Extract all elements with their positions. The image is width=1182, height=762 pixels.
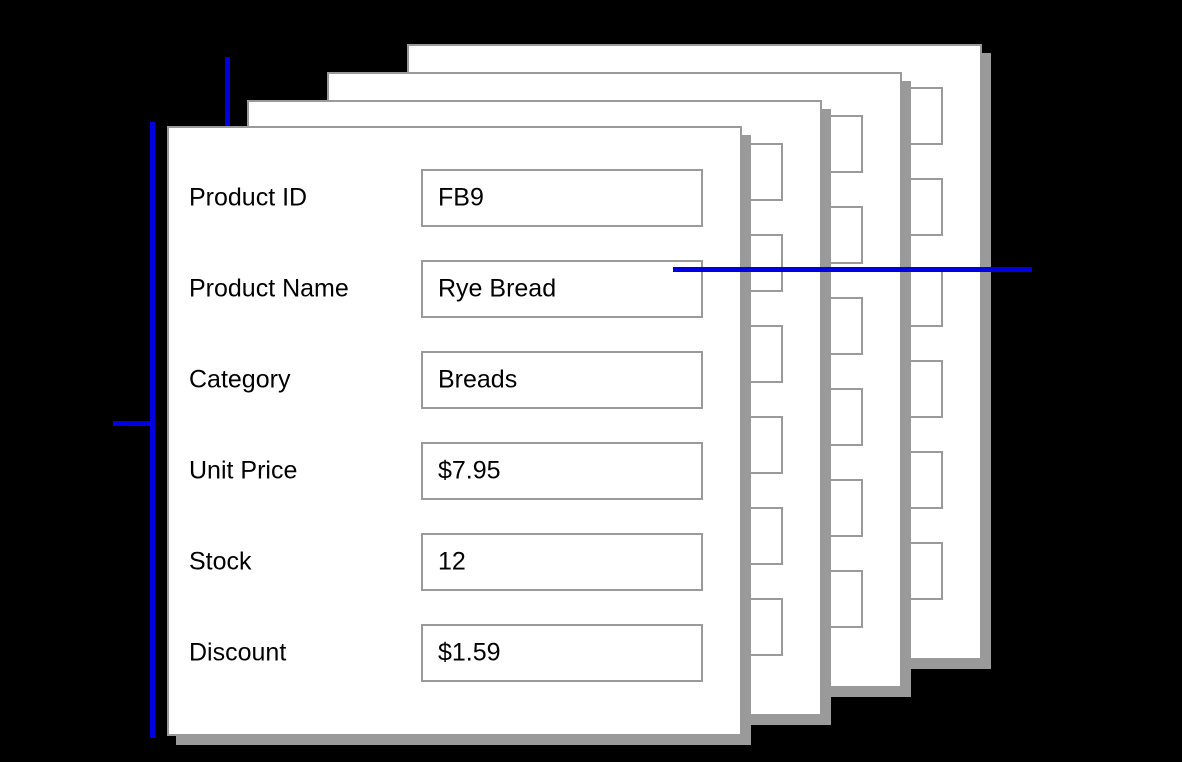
field-value: Breads bbox=[438, 365, 518, 394]
field-input-stock[interactable]: 12 bbox=[421, 533, 703, 591]
field-label: Product ID bbox=[189, 183, 308, 212]
field-value: FB9 bbox=[438, 183, 484, 212]
field-label: Stock bbox=[189, 547, 252, 576]
field-row-unit-price[interactable]: Unit Price $7.95 bbox=[169, 442, 740, 500]
field-label: Unit Price bbox=[189, 456, 298, 485]
field-input-discount[interactable]: $1.59 bbox=[421, 624, 703, 682]
field-input-category[interactable]: Breads bbox=[421, 351, 703, 409]
field-row-category[interactable]: Category Breads bbox=[169, 351, 740, 409]
field-value: $1.59 bbox=[438, 638, 501, 667]
field-input-unit-price[interactable]: $7.95 bbox=[421, 442, 703, 500]
field-label: Category bbox=[189, 365, 291, 394]
field-row-discount[interactable]: Discount $1.59 bbox=[169, 624, 740, 682]
field-input-product-name[interactable]: Rye Bread bbox=[421, 260, 703, 318]
field-value: $7.95 bbox=[438, 456, 501, 485]
canvas: Product ID FB9 Product Name Rye Bread Ca… bbox=[0, 0, 1182, 762]
card-height-bracket-line bbox=[150, 122, 155, 738]
card-height-bracket-tick bbox=[113, 421, 155, 426]
field-input-product-id[interactable]: FB9 bbox=[421, 169, 703, 227]
field-label: Discount bbox=[189, 638, 287, 667]
field-value: 12 bbox=[438, 547, 466, 576]
field-value: Rye Bread bbox=[438, 274, 557, 303]
record-card-front[interactable]: Product ID FB9 Product Name Rye Bread Ca… bbox=[167, 126, 742, 736]
field-row-product-id[interactable]: Product ID FB9 bbox=[169, 169, 740, 227]
field-row-stock[interactable]: Stock 12 bbox=[169, 533, 740, 591]
field-row-product-name[interactable]: Product Name Rye Bread bbox=[169, 260, 740, 318]
field-label: Product Name bbox=[189, 274, 349, 303]
stack-width-pointer-line bbox=[673, 267, 1032, 272]
